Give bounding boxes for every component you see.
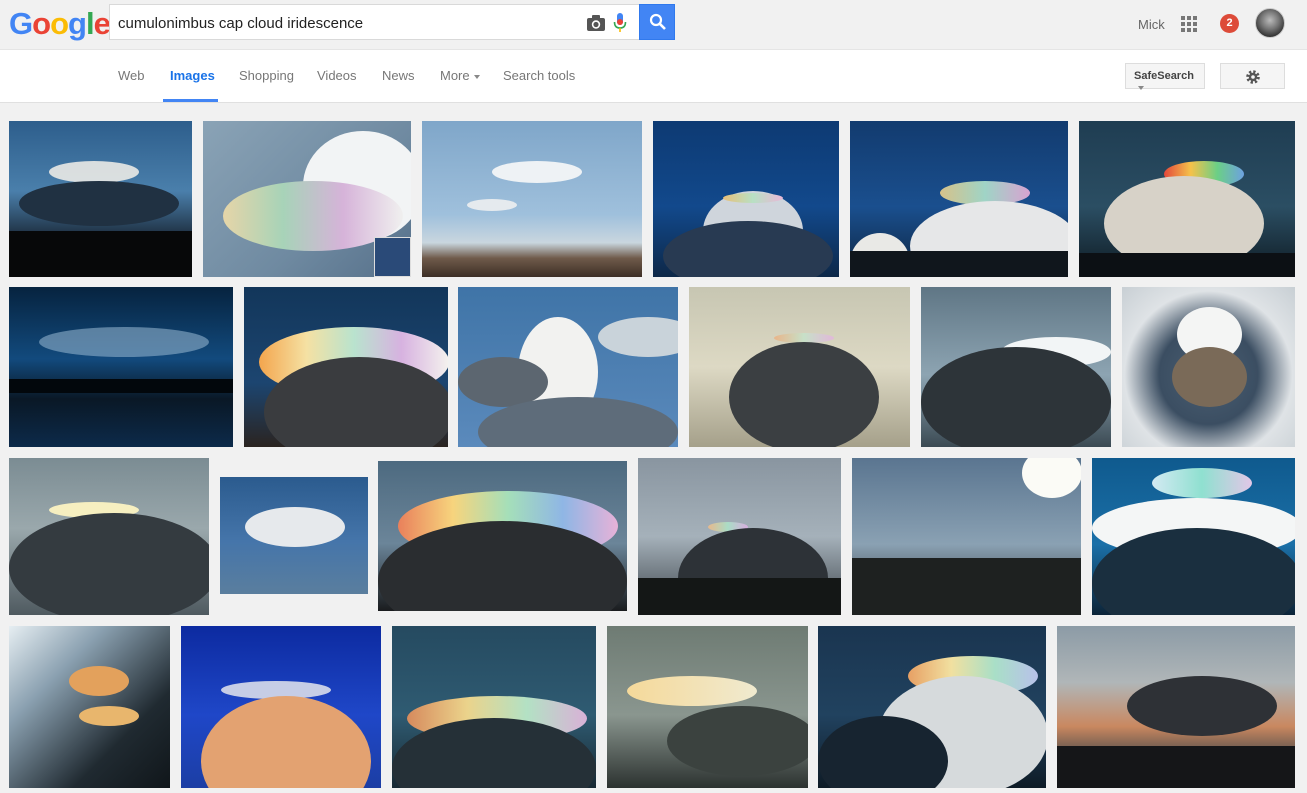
image-result[interactable] xyxy=(244,287,448,447)
search-input[interactable] xyxy=(118,12,578,34)
image-result[interactable] xyxy=(9,458,209,615)
search-button[interactable] xyxy=(639,4,675,40)
tab-more-label: More xyxy=(440,68,470,83)
image-result[interactable] xyxy=(203,121,411,277)
image-result[interactable] xyxy=(1092,458,1295,615)
search-box xyxy=(109,4,639,40)
image-result[interactable] xyxy=(689,287,910,447)
image-result[interactable] xyxy=(9,287,233,447)
logo-letter: o xyxy=(50,6,69,41)
image-result[interactable] xyxy=(422,121,642,277)
image-result[interactable] xyxy=(392,626,596,788)
logo-letter: l xyxy=(85,6,95,41)
image-result[interactable] xyxy=(921,287,1111,447)
image-result[interactable] xyxy=(653,121,839,277)
microphone-icon[interactable] xyxy=(613,12,627,34)
image-result[interactable] xyxy=(850,121,1068,277)
avatar[interactable] xyxy=(1255,8,1285,38)
apps-grid-icon[interactable] xyxy=(1181,16,1197,32)
settings-button[interactable] xyxy=(1220,63,1285,89)
image-result[interactable] xyxy=(852,458,1081,615)
user-name[interactable]: Mick xyxy=(1138,17,1165,32)
tab-videos[interactable]: Videos xyxy=(317,68,357,83)
image-result[interactable] xyxy=(607,626,808,788)
image-result[interactable] xyxy=(9,626,170,788)
tab-news[interactable]: News xyxy=(382,68,415,83)
image-result[interactable] xyxy=(1057,626,1295,788)
logo-letter: e xyxy=(93,6,111,41)
logo-letter: g xyxy=(68,6,87,41)
chevron-down-icon xyxy=(473,74,480,79)
google-logo[interactable]: Google xyxy=(9,6,111,42)
safesearch-label: SafeSearch xyxy=(1134,70,1194,82)
camera-icon[interactable] xyxy=(586,13,606,33)
image-result[interactable] xyxy=(458,287,678,447)
tab-web[interactable]: Web xyxy=(118,68,145,83)
tab-bar: Web Images Shopping Videos News More Sea… xyxy=(0,50,1307,103)
logo-letter: o xyxy=(32,6,51,41)
image-result[interactable] xyxy=(378,461,627,611)
tab-search-tools[interactable]: Search tools xyxy=(503,68,575,83)
image-result[interactable] xyxy=(9,121,192,277)
image-result[interactable] xyxy=(1122,287,1295,447)
logo-letter: G xyxy=(9,6,33,41)
top-bar: Google Mick 2 xyxy=(0,0,1307,50)
tab-shopping[interactable]: Shopping xyxy=(239,68,294,83)
image-result[interactable] xyxy=(818,626,1046,788)
gear-icon xyxy=(1246,70,1260,84)
tab-more[interactable]: More xyxy=(440,68,480,83)
image-result[interactable] xyxy=(181,626,381,788)
notification-badge[interactable]: 2 xyxy=(1220,14,1239,33)
image-result[interactable] xyxy=(220,477,368,594)
safesearch-button[interactable]: SafeSearch xyxy=(1125,63,1205,91)
image-result[interactable] xyxy=(638,458,841,615)
chevron-down-icon xyxy=(1138,86,1144,91)
tab-images[interactable]: Images xyxy=(170,68,215,83)
image-result[interactable] xyxy=(1079,121,1295,277)
search-icon xyxy=(649,13,666,30)
active-tab-indicator xyxy=(163,99,218,102)
